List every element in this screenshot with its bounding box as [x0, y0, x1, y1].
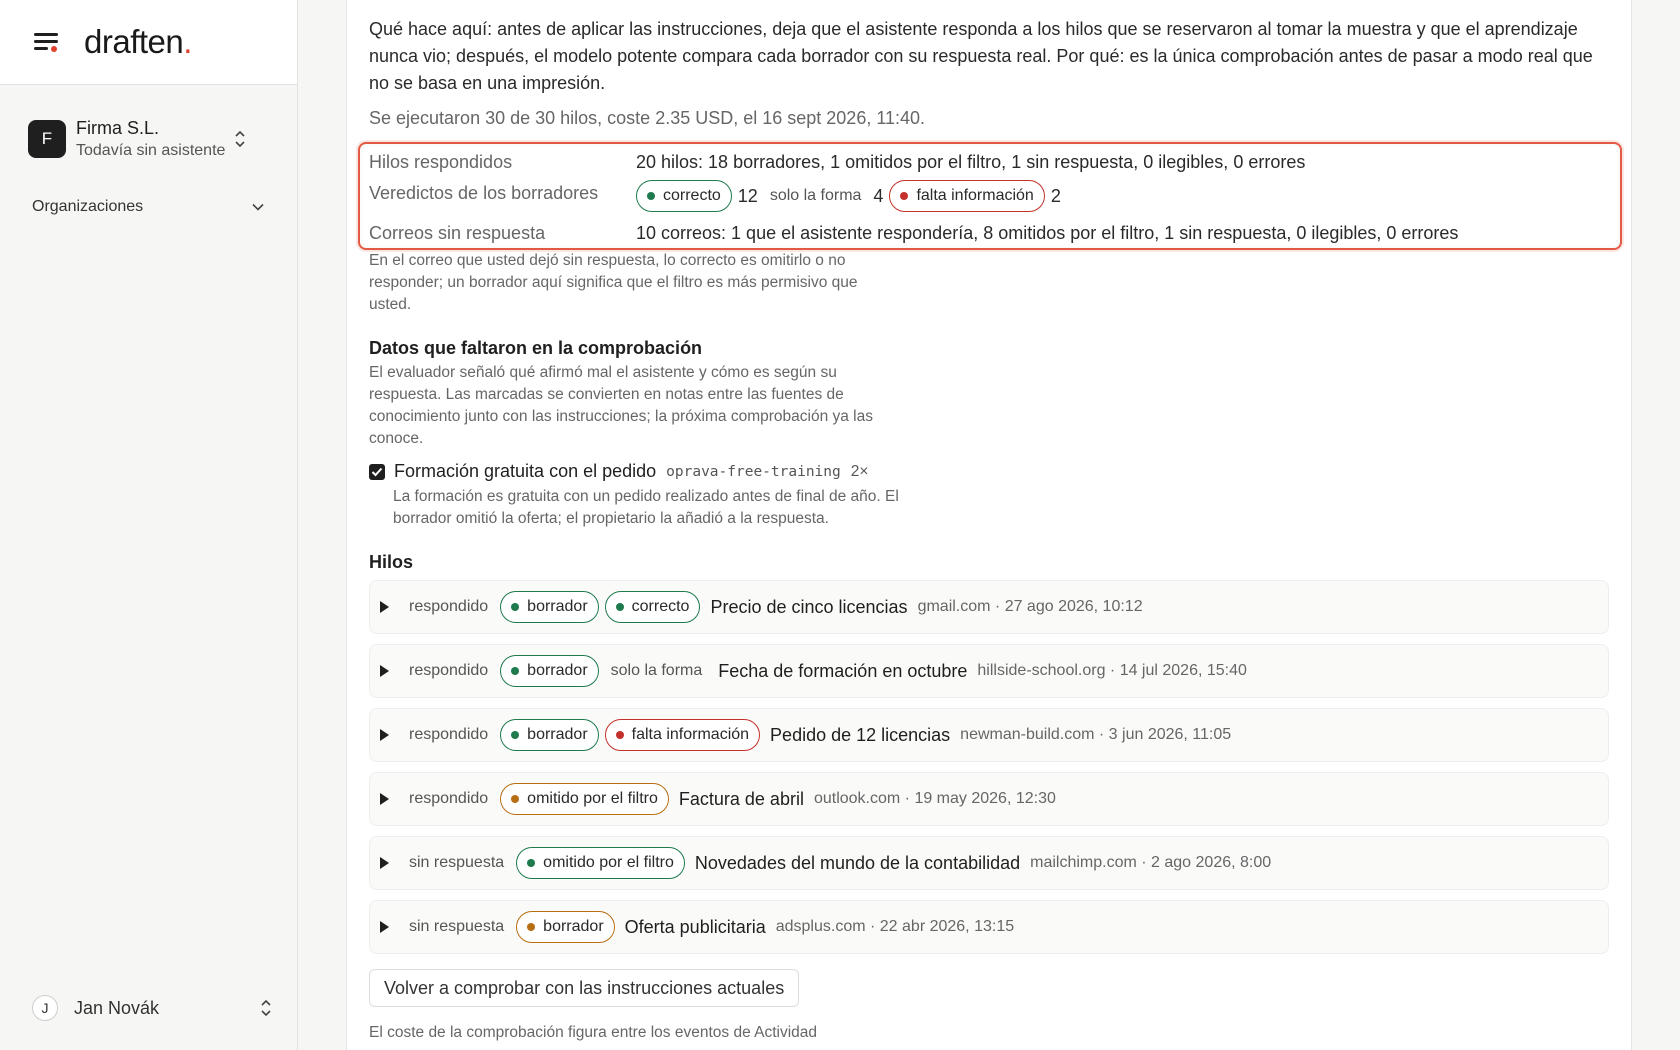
thread-state: respondido — [409, 662, 489, 679]
thread-tag: omitido por el filtro — [516, 847, 685, 879]
chevron-up-down-icon — [260, 998, 272, 1018]
expand-triangle-icon[interactable] — [380, 665, 389, 677]
summary-label: Veredictos de los borradores — [369, 183, 599, 203]
thread-row[interactable]: sin respuesta omitido por el filtro Nove… — [369, 836, 1609, 890]
summary-value: 20 hilos: 18 borradores, 1 omitidos por … — [636, 151, 1306, 172]
cost-footnote: El coste de la comprobación figura entre… — [369, 1024, 818, 1041]
org-avatar: F — [28, 120, 66, 158]
thread-state: sin respuesta — [409, 854, 505, 871]
summary-verdicts-row: Veredictos de los borradores correcto 12… — [369, 180, 1609, 214]
item-checkbox[interactable] — [369, 463, 385, 480]
item-title: Formación gratuita con el pedido — [394, 461, 657, 481]
item-description: La formación es gratuita con un pedido r… — [393, 488, 899, 527]
thread-subject: Precio de cinco licencias — [710, 596, 908, 617]
avatar: J — [32, 995, 58, 1021]
summary-label: Correos sin respuesta — [369, 222, 546, 243]
missing-data-description: El evaluador señaló qué afirmó mal el as… — [369, 364, 873, 447]
item-count: 2× — [850, 462, 869, 480]
expand-triangle-icon[interactable] — [380, 793, 389, 805]
thread-tag: borrador — [500, 719, 599, 751]
organizations-nav[interactable]: Organizaciones — [32, 198, 264, 216]
recheck-button[interactable]: Volver a comprobar con las instrucciones… — [369, 969, 800, 1007]
expand-triangle-icon[interactable] — [380, 921, 389, 933]
verdict-missing-count: 2 — [1050, 185, 1061, 206]
org-status: Todavía sin asistente — [76, 142, 226, 159]
chevron-up-down-icon — [234, 129, 246, 149]
expand-triangle-icon[interactable] — [380, 857, 389, 869]
thread-meta: mailchimp.com · 2 ago 2026, 8:00 — [1030, 854, 1272, 871]
verdict-form-label: solo la forma — [769, 187, 862, 204]
thread-state: respondido — [409, 598, 489, 615]
organizations-label: Organizaciones — [32, 198, 144, 215]
thread-subject: Factura de abril — [678, 788, 804, 809]
thread-tag: borrador — [500, 655, 599, 687]
missing-data-item: Formación gratuita con el pedido oprava-… — [369, 461, 868, 482]
thread-state: respondido — [409, 790, 489, 807]
thread-row[interactable]: sin respuesta borrador Oferta publicitar… — [369, 900, 1609, 954]
thread-verdict: solo la forma — [610, 662, 703, 679]
user-name: Jan Novák — [74, 997, 160, 1018]
summary-label: Hilos respondidos — [369, 151, 513, 172]
menu-icon[interactable] — [34, 31, 60, 53]
org-switcher[interactable]: F Firma S.L. Todavía sin asistente — [28, 116, 272, 162]
thread-subject: Pedido de 12 licencias — [770, 724, 951, 745]
verdict-form-count: 4 — [873, 185, 884, 206]
thread-meta: newman-build.com · 3 jun 2026, 11:05 — [960, 726, 1232, 743]
thread-meta: outlook.com · 19 may 2026, 12:30 — [813, 790, 1056, 807]
unanswered-note: En el correo que usted dejó sin respuest… — [369, 252, 858, 313]
thread-verdict: correcto — [604, 591, 701, 623]
thread-meta: hillside-school.org · 14 jul 2026, 15:40 — [977, 662, 1247, 679]
sidebar: draften. F Firma S.L. Todavía sin asiste… — [0, 0, 298, 1050]
thread-tag: omitido por el filtro — [500, 783, 669, 815]
verdict-values: correcto 12 solo la forma 4 falta inform… — [636, 180, 1061, 212]
thread-meta: adsplus.com · 22 abr 2026, 13:15 — [775, 918, 1015, 935]
chevron-down-icon — [252, 198, 264, 216]
sidebar-header: draften. — [0, 0, 297, 85]
verdict-missing-badge: falta información — [889, 180, 1045, 212]
thread-verdict: falta información — [604, 719, 761, 751]
thread-row[interactable]: respondido omitido por el filtro Factura… — [369, 772, 1609, 826]
expand-triangle-icon[interactable] — [380, 601, 389, 613]
missing-data-heading: Datos que faltaron en la comprobación — [369, 338, 703, 358]
thread-tag: borrador — [500, 591, 599, 623]
thread-meta: gmail.com · 27 ago 2026, 10:12 — [917, 598, 1143, 615]
item-code: oprava-free-training — [666, 463, 841, 480]
thread-row[interactable]: respondido borrador solo la forma Fecha … — [369, 644, 1609, 698]
summary-value: 10 correos: 1 que el asistente responder… — [636, 222, 1459, 243]
intro-text: Qué hace aquí: antes de aplicar las inst… — [369, 19, 1593, 93]
thread-row[interactable]: respondido borrador falta información Pe… — [369, 708, 1609, 762]
org-name: Firma S.L. — [76, 118, 160, 138]
verdict-correct-count: 12 — [737, 185, 758, 206]
app-logo[interactable]: draften. — [84, 23, 192, 61]
run-summary: Se ejecutaron 30 de 30 hilos, coste 2.35… — [369, 108, 926, 128]
thread-state: respondido — [409, 726, 489, 743]
expand-triangle-icon[interactable] — [380, 729, 389, 741]
user-menu[interactable]: J Jan Novák — [32, 994, 272, 1022]
thread-tag: borrador — [516, 911, 615, 943]
threads-heading: Hilos — [369, 552, 414, 572]
thread-subject: Novedades del mundo de la contabilidad — [694, 852, 1021, 873]
thread-row[interactable]: respondido borrador correcto Precio de c… — [369, 580, 1609, 634]
thread-state: sin respuesta — [409, 918, 505, 935]
verdict-correct-badge: correcto — [636, 180, 732, 212]
thread-subject: Oferta publicitaria — [624, 916, 766, 937]
thread-subject: Fecha de formación en octubre — [718, 660, 968, 681]
